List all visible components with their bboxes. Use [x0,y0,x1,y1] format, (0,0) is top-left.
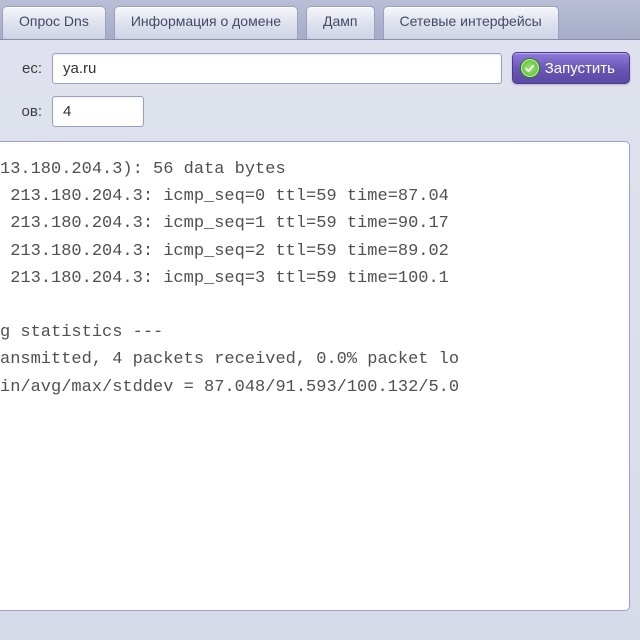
ping-output: 13.180.204.3): 56 data bytes 213.180.204… [0,141,630,611]
tab-dump[interactable]: Дамп [306,6,374,39]
check-circle-icon [521,59,539,77]
tab-domain-info[interactable]: Информация о домене [114,6,298,39]
tab-label: Информация о домене [131,13,281,29]
count-label: oв: [8,103,42,120]
tab-network-interfaces[interactable]: Сетевые интерфейсы [383,6,559,39]
tab-label: Дамп [323,13,357,29]
address-input[interactable] [52,53,502,84]
tab-label: Сетевые интерфейсы [400,13,542,29]
count-input[interactable] [52,96,144,127]
run-button-label: Запустить [545,60,615,77]
run-button[interactable]: Запустить [512,52,630,84]
ping-panel: eс: Запустить oв: 13.180.204.3): 56 data… [0,40,640,621]
count-row: oв: [8,96,630,127]
tab-strip: Опрос Dns Информация о домене Дамп Сетев… [0,0,640,40]
address-row: eс: Запустить [8,52,630,84]
tab-dns-query[interactable]: Опрос Dns [2,6,106,39]
address-label: eс: [8,60,42,77]
tab-label: Опрос Dns [19,13,89,29]
